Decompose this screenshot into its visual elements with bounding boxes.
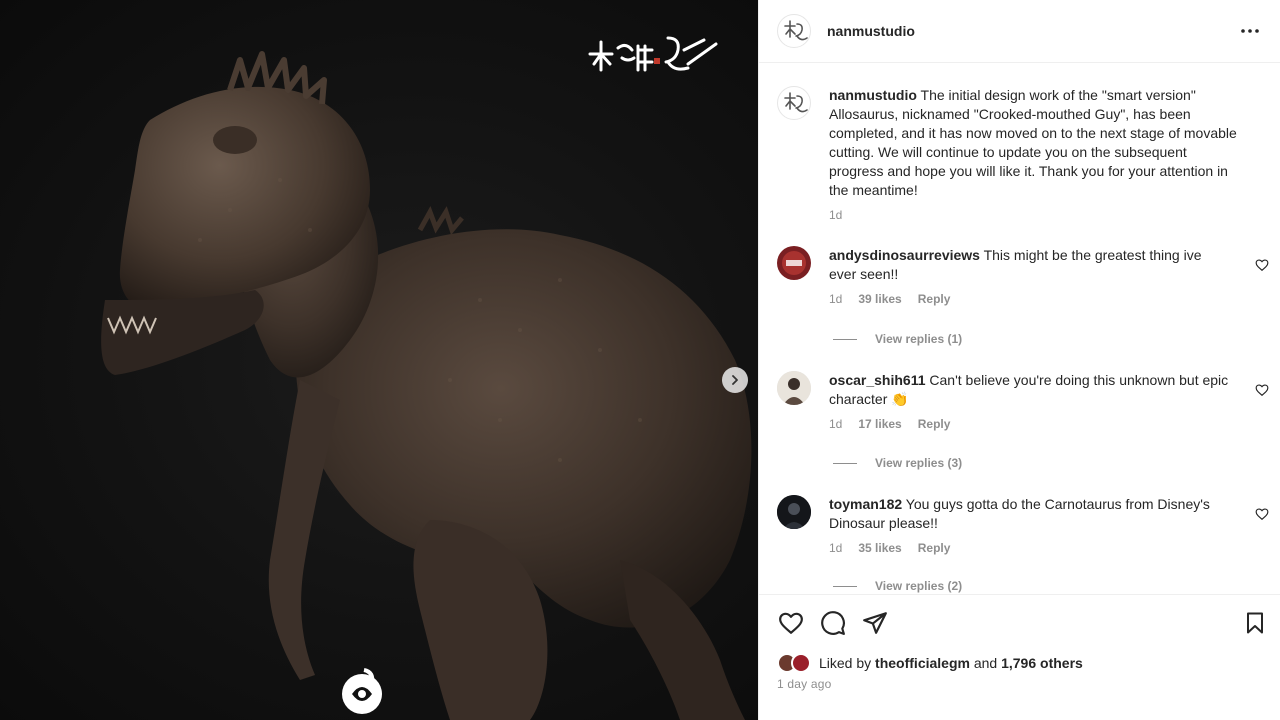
commenter-avatar-image	[782, 251, 806, 275]
divider	[833, 338, 857, 340]
comment-username[interactable]: andysdinosaurreviews	[829, 247, 980, 263]
post-caption: nanmustudio The initial design work of t…	[777, 86, 1267, 222]
reply-button[interactable]: Reply	[918, 292, 951, 306]
caption-username[interactable]: nanmustudio	[829, 87, 917, 103]
view-replies-button[interactable]: View replies (3)	[833, 456, 962, 470]
caption-body: nanmustudio The initial design work of t…	[829, 86, 1263, 222]
bookmark-icon	[1247, 612, 1263, 634]
post-side-panel: nanmustudio nanmustudio The initial desi…	[758, 0, 1280, 720]
comment-body: toyman182 You guys gotta do the Carnotau…	[829, 495, 1241, 555]
studio-logo-icon	[784, 20, 808, 41]
comment-likes[interactable]: 17 likes	[858, 417, 901, 431]
comment-text: This might be the greatest thing ive	[983, 247, 1202, 263]
studio-logo-icon	[784, 92, 808, 113]
comment-text: Can't believe you're doing this unknown …	[929, 372, 1229, 388]
comment-body: oscar_shih611 Can't believe you're doing…	[829, 371, 1241, 431]
commenter-avatar-image	[777, 371, 811, 405]
caption-line: nanmustudio The initial design work of t…	[829, 86, 1263, 105]
comment-line: Dinosaur please!!	[829, 515, 938, 531]
comment-time: 1d	[829, 541, 843, 555]
view-replies-button[interactable]: View replies (1)	[833, 332, 962, 346]
view-replies-button[interactable]: View replies (2)	[833, 579, 962, 593]
comment-line: oscar_shih611 Can't believe you're doing…	[829, 371, 1241, 390]
view-replies-label: View replies (2)	[875, 579, 963, 593]
studio-seal-logo	[342, 668, 382, 714]
studio-watermark-logo	[588, 36, 718, 72]
comment-likes[interactable]: 35 likes	[858, 541, 901, 555]
post-header: nanmustudio	[759, 0, 1280, 63]
comment-item: andysdinosaurreviews This might be the g…	[777, 246, 1273, 306]
comment-text: You guys gotta do the Carnotaurus from D…	[905, 496, 1210, 512]
avatar[interactable]	[777, 14, 811, 48]
comment-username[interactable]: oscar_shih611	[829, 372, 926, 388]
dinosaur-image	[101, 51, 752, 720]
comments-list[interactable]: nanmustudio The initial design work of t…	[759, 64, 1280, 594]
share-icon	[863, 612, 887, 634]
caption-line: Allosaurus, nicknamed "Crooked-mouthed G…	[829, 106, 1191, 122]
avatar[interactable]	[777, 86, 811, 120]
comment-likes[interactable]: 39 likes	[858, 292, 901, 306]
comment-meta: 1d 17 likes Reply	[829, 417, 1241, 431]
avatar[interactable]	[777, 371, 811, 405]
like-button[interactable]	[777, 609, 805, 637]
share-button[interactable]	[861, 609, 889, 637]
likes-prefix: Liked by	[819, 655, 872, 671]
comment-like-heart-icon[interactable]	[1255, 383, 1269, 397]
instagram-post-view: nanmustudio nanmustudio The initial desi…	[0, 0, 1280, 720]
comment-meta: 1d 39 likes Reply	[829, 292, 1241, 306]
header-username[interactable]: nanmustudio	[827, 23, 1238, 39]
view-replies-label: View replies (3)	[875, 456, 963, 470]
divider	[833, 462, 857, 464]
divider	[833, 585, 857, 587]
post-timestamp: 1 day ago	[777, 677, 832, 691]
likes-joiner: and	[973, 655, 998, 671]
more-horizontal-icon	[1241, 29, 1259, 33]
comment-like-heart-icon[interactable]	[1255, 258, 1269, 272]
liker-avatars	[777, 653, 815, 673]
action-icons	[777, 609, 889, 637]
comment-line: andysdinosaurreviews This might be the g…	[829, 246, 1241, 265]
comment-item: oscar_shih611 Can't believe you're doing…	[777, 371, 1273, 431]
comment-username[interactable]: toyman182	[829, 496, 902, 512]
post-media[interactable]	[0, 0, 758, 720]
caption-text: The initial design work of the "smart ve…	[920, 87, 1196, 103]
view-replies-label: View replies (1)	[875, 332, 963, 346]
heart-icon	[779, 612, 803, 634]
comment-line: ever seen!!	[829, 266, 899, 282]
caption-time: 1d	[829, 208, 843, 222]
reply-button[interactable]: Reply	[918, 541, 951, 555]
comment-icon	[821, 611, 845, 635]
likes-summary: Liked by theofficialegm and 1,796 others	[777, 653, 1083, 673]
caption-meta: 1d	[829, 208, 1263, 222]
caption-line: completed, and it has now moved on to th…	[829, 125, 1237, 141]
likes-others-link[interactable]: 1,796 others	[1001, 655, 1083, 671]
avatar[interactable]	[777, 495, 811, 529]
more-options-button[interactable]	[1238, 19, 1262, 43]
comment-button[interactable]	[819, 609, 847, 637]
reply-button[interactable]: Reply	[918, 417, 951, 431]
comment-body: andysdinosaurreviews This might be the g…	[829, 246, 1241, 306]
post-actions: Liked by theofficialegm and 1,796 others…	[759, 594, 1280, 720]
caption-line: progress and hope you will like it. Than…	[829, 163, 1228, 179]
save-button[interactable]	[1241, 609, 1269, 637]
comment-like-heart-icon[interactable]	[1255, 507, 1269, 521]
next-image-button[interactable]	[722, 367, 748, 393]
liker-username[interactable]: theofficialegm	[875, 655, 970, 671]
caption-line: cutting. We will continue to update you …	[829, 144, 1187, 160]
comment-time: 1d	[829, 417, 843, 431]
comment-time: 1d	[829, 292, 843, 306]
comment-line: toyman182 You guys gotta do the Carnotau…	[829, 495, 1241, 514]
avatar[interactable]	[791, 653, 811, 673]
comment-line: character 👏	[829, 391, 909, 407]
avatar[interactable]	[777, 246, 811, 280]
commenter-avatar-image	[777, 495, 811, 529]
comment-item: toyman182 You guys gotta do the Carnotau…	[777, 495, 1273, 555]
caption-line: the meantime!	[829, 182, 918, 198]
chevron-right-icon	[732, 375, 738, 385]
comment-meta: 1d 35 likes Reply	[829, 541, 1241, 555]
